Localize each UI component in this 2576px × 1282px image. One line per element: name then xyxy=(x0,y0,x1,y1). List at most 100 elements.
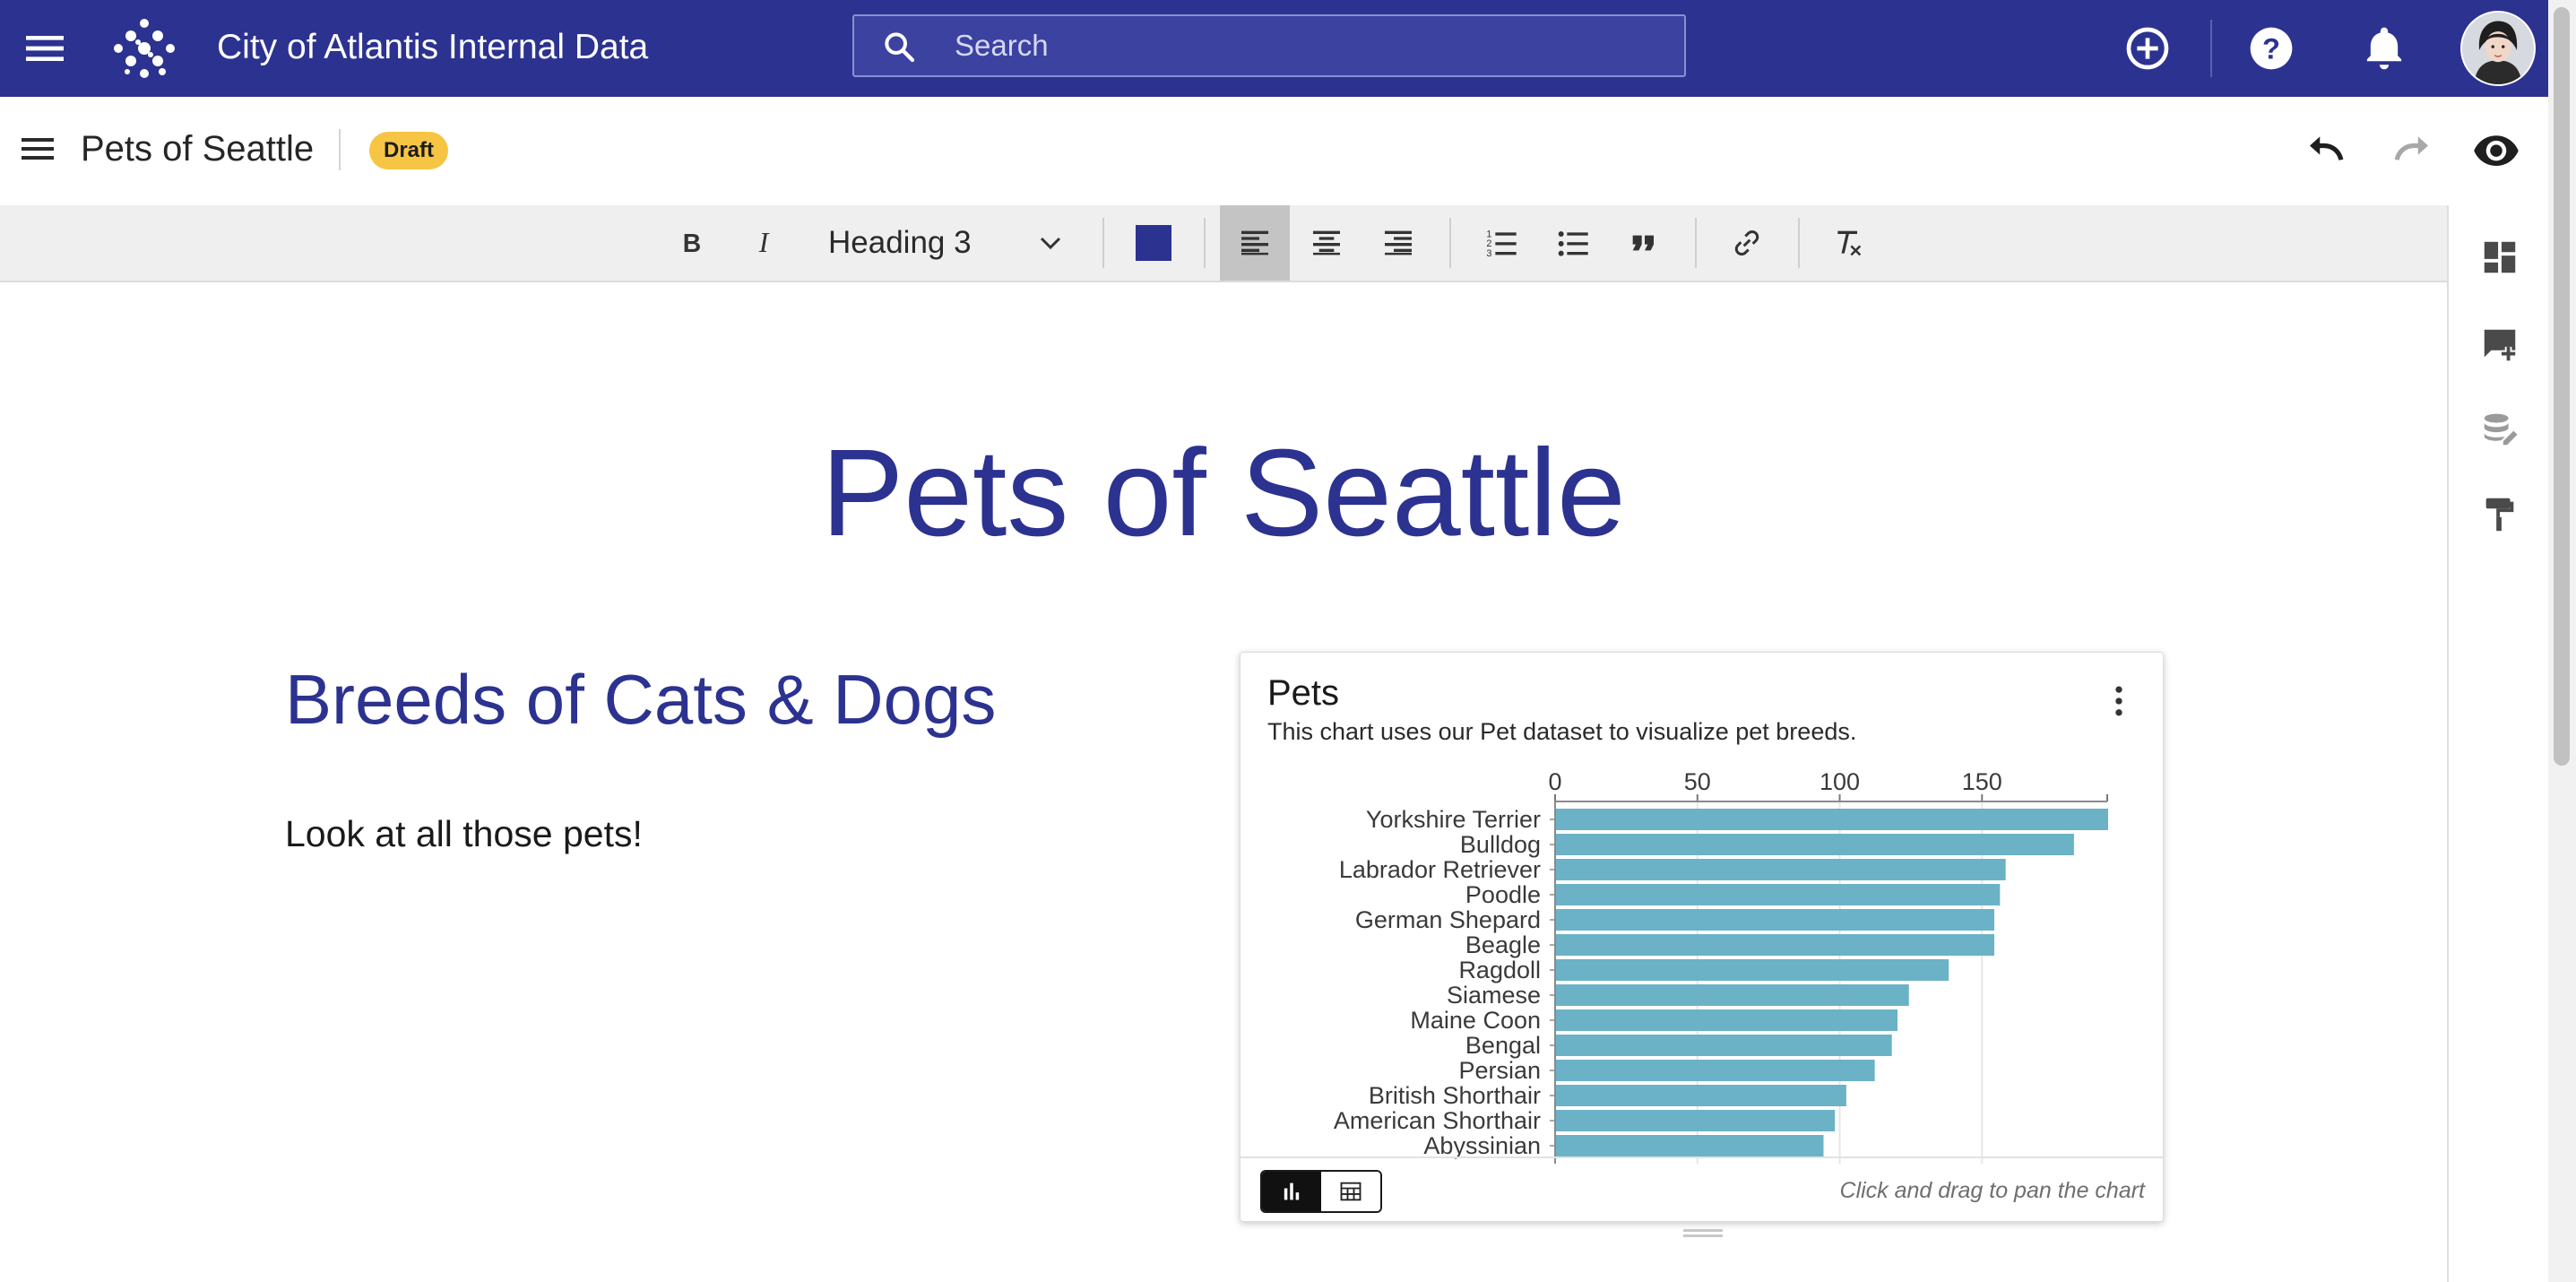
chart-title: Pets xyxy=(1267,673,1340,713)
format-paint-icon[interactable] xyxy=(2479,493,2520,534)
y-axis-category-label: Siamese xyxy=(1447,982,1541,1009)
search-icon xyxy=(881,29,917,65)
preview-eye-icon[interactable] xyxy=(2472,126,2520,174)
x-axis-tick-label: 100 xyxy=(1820,769,1860,795)
chart-card[interactable]: Pets This chart uses our Pet dataset to … xyxy=(1240,652,2164,1222)
toolbar-divider xyxy=(1695,218,1697,268)
scrollbar-thumb[interactable] xyxy=(2554,7,2570,766)
header-divider xyxy=(339,129,341,170)
italic-button[interactable]: I xyxy=(729,205,799,281)
bar-chart-icon xyxy=(1284,1182,1300,1200)
chart-subtitle: This chart uses our Pet dataset to visua… xyxy=(1267,718,1857,745)
y-axis-category-label: Bengal xyxy=(1465,1032,1541,1059)
italic-icon: I xyxy=(758,227,770,258)
y-axis-category-label: American Shorthair xyxy=(1334,1107,1541,1134)
undo-icon[interactable] xyxy=(2302,126,2350,174)
svg-text:?: ? xyxy=(2262,32,2280,65)
logo-icon[interactable] xyxy=(106,13,183,84)
y-axis-category-label: Beagle xyxy=(1465,931,1541,958)
chart-plot-area[interactable]: 0 50 100 150 Yorkshire Terrier Bulldog Labrado… xyxy=(1241,769,2162,1164)
x-axis-tick-label: 150 xyxy=(1962,769,2002,795)
help-icon[interactable]: ? xyxy=(2246,23,2296,74)
align-left-button[interactable] xyxy=(1220,205,1290,281)
align-center-button[interactable] xyxy=(1292,205,1361,281)
document-header: Pets of Seattle Draft xyxy=(0,97,2548,207)
y-axis-category-label: Poodle xyxy=(1465,881,1541,908)
bulleted-list-icon xyxy=(1558,231,1588,256)
bar xyxy=(1556,1009,1898,1031)
x-axis-tick-label: 50 xyxy=(1684,769,1711,795)
bar xyxy=(1556,1135,1824,1156)
svg-text:3: 3 xyxy=(1486,248,1491,259)
svg-text:I: I xyxy=(758,227,770,258)
bold-button[interactable]: B xyxy=(657,205,727,281)
paragraph-text[interactable]: Look at all those pets! xyxy=(285,807,643,861)
app-bar-divider xyxy=(2210,20,2212,77)
app-bar: City of Atlantis Internal Data Search ? xyxy=(0,0,2548,97)
bar xyxy=(1556,1060,1875,1081)
clear-formatting-icon xyxy=(1837,230,1862,256)
document-title[interactable]: Pets of Seattle xyxy=(81,124,314,174)
view-toggle[interactable] xyxy=(1260,1170,1382,1213)
bulleted-list-button[interactable] xyxy=(1538,205,1608,281)
avatar[interactable] xyxy=(2460,11,2536,86)
blockquote-button[interactable] xyxy=(1610,205,1680,281)
page-title[interactable]: Pets of Seattle xyxy=(0,421,2447,565)
y-axis-category-label: Abyssinian xyxy=(1423,1132,1541,1159)
notifications-icon[interactable] xyxy=(2359,23,2409,74)
more-options-icon[interactable] xyxy=(2099,681,2139,721)
y-axis-category-label: Labrador Retriever xyxy=(1339,856,1541,883)
bar xyxy=(1556,1110,1836,1131)
heading-style-select[interactable]: Heading 3 xyxy=(808,205,1077,281)
link-button[interactable] xyxy=(1712,205,1782,281)
table-view-button[interactable] xyxy=(1321,1172,1380,1211)
side-rail xyxy=(2447,205,2550,1282)
app-title: City of Atlantis Internal Data xyxy=(217,28,649,66)
redo-icon[interactable] xyxy=(2388,126,2436,174)
toolbar-divider xyxy=(1798,218,1800,268)
bar-chart[interactable]: 0 50 100 150 Yorkshire TerrierBulldogLabrado… xyxy=(1241,769,2162,1164)
heading-style-value: Heading 3 xyxy=(828,225,972,260)
align-right-button[interactable] xyxy=(1363,205,1433,281)
y-axis-category-label: Ragdoll xyxy=(1458,957,1541,983)
align-right-icon xyxy=(1385,230,1412,256)
clear-formatting-button[interactable] xyxy=(1813,205,1883,281)
text-color-picker[interactable] xyxy=(1136,225,1171,261)
bar xyxy=(1556,959,1949,981)
edit-data-icon[interactable] xyxy=(2479,410,2520,451)
align-left-icon xyxy=(1241,230,1268,256)
y-axis-category-label: Maine Coon xyxy=(1410,1007,1541,1034)
numbered-list-button[interactable]: 123 xyxy=(1466,205,1536,281)
align-center-icon xyxy=(1313,230,1340,256)
svg-text:B: B xyxy=(683,230,701,258)
toolbar-divider xyxy=(1204,218,1206,268)
document-menu-icon[interactable] xyxy=(16,127,59,170)
bar xyxy=(1556,934,1994,956)
add-circle-icon[interactable] xyxy=(2122,23,2173,74)
menu-icon[interactable] xyxy=(20,23,70,74)
section-heading[interactable]: Breeds of Cats & Dogs xyxy=(285,656,996,742)
dashboard-icon[interactable] xyxy=(2479,237,2520,278)
chevron-down-icon xyxy=(1040,237,1061,250)
bar xyxy=(1556,834,2074,855)
toolbar-divider xyxy=(1449,218,1451,268)
bar xyxy=(1556,909,1994,931)
y-axis-category-label: Yorkshire Terrier xyxy=(1366,806,1541,833)
x-axis-tick-label: 0 xyxy=(1548,769,1561,795)
toolbar-divider xyxy=(1102,218,1104,268)
add-comment-icon[interactable] xyxy=(2479,325,2520,366)
bar xyxy=(1556,1085,1846,1106)
bold-icon: B xyxy=(683,230,701,258)
link-icon xyxy=(1734,230,1759,256)
y-axis-category-label: Persian xyxy=(1458,1057,1541,1084)
y-axis-category-label: Bulldog xyxy=(1460,831,1541,858)
pan-hint: Click and drag to pan the chart xyxy=(1839,1178,2145,1203)
resize-handle[interactable] xyxy=(1683,1228,1723,1239)
bar xyxy=(1556,809,2108,830)
y-axis-category-label: German Shepard xyxy=(1355,906,1541,933)
search-bar[interactable]: Search xyxy=(852,14,1686,77)
status-badge: Draft xyxy=(369,132,449,169)
bar xyxy=(1556,1035,1892,1056)
chart-view-button[interactable] xyxy=(1262,1172,1321,1211)
search-input[interactable]: Search xyxy=(955,16,1049,75)
